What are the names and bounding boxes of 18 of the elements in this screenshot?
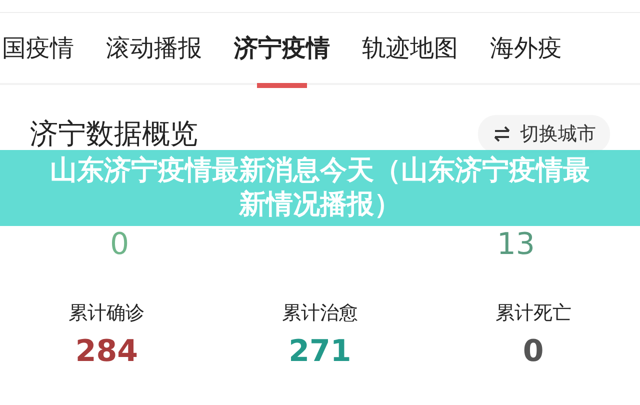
stat-label: 累计治愈 xyxy=(282,301,358,326)
tab[interactable]: 滚动播报 xyxy=(106,32,202,64)
stat-value: 0 xyxy=(110,227,130,262)
tab-underline xyxy=(257,83,307,88)
stat-value: 271 xyxy=(288,334,352,369)
switch-city-button[interactable]: 切换城市 xyxy=(478,115,610,153)
stat-value: 0 xyxy=(522,334,544,369)
tab[interactable]: 国疫情 xyxy=(2,32,74,64)
stat-label: 累计确诊 xyxy=(68,301,145,326)
stat-value: 13 xyxy=(496,227,535,262)
stat-label: 累计死亡 xyxy=(495,301,572,326)
tab[interactable]: 轨迹地图 xyxy=(362,32,458,64)
tab[interactable]: 济宁疫情 xyxy=(234,32,330,64)
banner-title: 山东济宁疫情最新消息今天（山东济宁疫情最新情况播报） xyxy=(49,154,591,222)
swap-icon xyxy=(492,126,512,142)
section-title: 济宁数据概览 xyxy=(30,116,198,152)
stat-value: 284 xyxy=(75,334,138,369)
tab[interactable]: 海外疫 xyxy=(490,32,562,64)
